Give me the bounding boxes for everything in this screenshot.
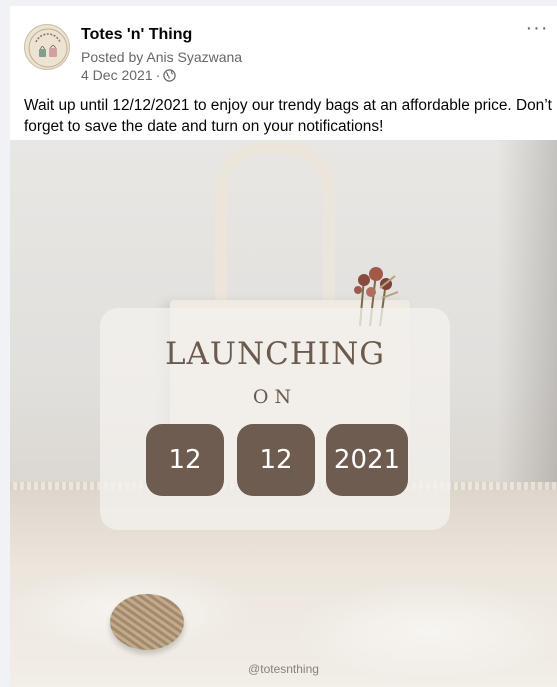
page-name[interactable]: Totes 'n' Thing [81, 26, 192, 44]
globe-icon[interactable] [163, 68, 176, 82]
date-year-box: 2021 [326, 424, 408, 496]
wall-shadow [497, 140, 557, 500]
posted-by[interactable]: Posted by Anis Syazwana [81, 49, 242, 65]
date-day-box: 12 [146, 424, 224, 496]
post-header: Totes 'n' Thing Posted by Anis Syazwana … [10, 6, 557, 90]
post-caption: Wait up until 12/12/2021 to enjoy our tr… [24, 97, 552, 135]
post-card: Totes 'n' Thing Posted by Anis Syazwana … [10, 6, 557, 687]
launch-subline: ON [252, 386, 298, 408]
instagram-handle: @totesnthing [248, 662, 319, 676]
avatar[interactable] [24, 24, 70, 70]
post-image[interactable]: LAUNCHING ON 12 12 2021 @totesnthing [10, 140, 557, 687]
date-month-box: 12 [237, 424, 315, 496]
launch-headline: LAUNCHING [164, 336, 386, 372]
twine-ball [110, 594, 184, 650]
ellipsis-icon[interactable]: ··· [525, 18, 549, 42]
launch-panel: LAUNCHING ON 12 12 2021 [100, 308, 450, 530]
post-timestamp[interactable]: 4 Dec 2021 [81, 67, 153, 83]
brand-logo [28, 28, 68, 68]
meta-separator: · [155, 67, 161, 83]
post-meta: 4 Dec 2021 · [81, 67, 176, 83]
